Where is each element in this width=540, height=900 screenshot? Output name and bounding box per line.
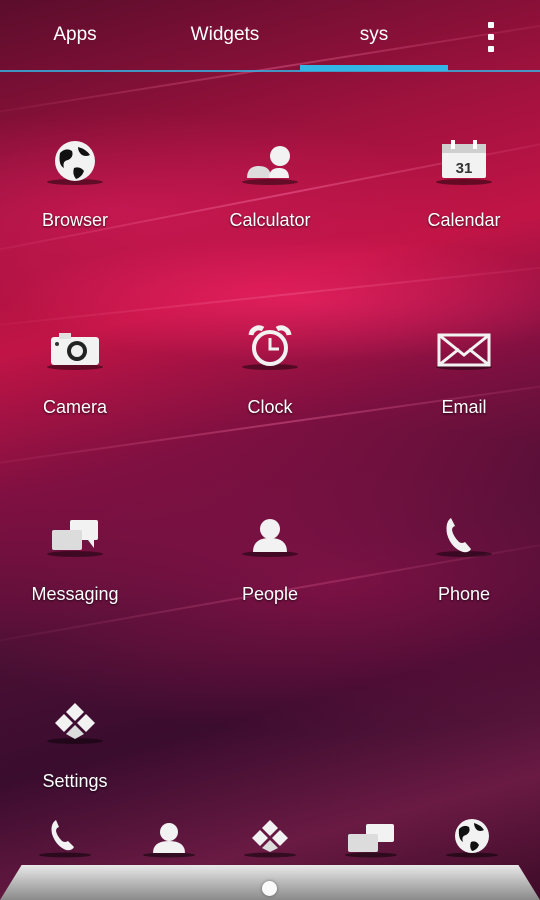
tab-sys[interactable]: sys [300,24,448,54]
dock-messaging[interactable] [336,814,406,864]
tab-divider [0,70,540,72]
alarm-clock-icon [235,325,305,385]
envelope-icon [429,325,499,385]
app-drawer-home-button[interactable] [262,881,277,896]
chat-bubbles-icon [40,512,110,572]
svg-text:31: 31 [456,160,473,177]
phone-handset-icon [39,820,91,858]
tab-widgets[interactable]: Widgets [170,24,280,54]
tab-apps[interactable]: Apps [20,24,130,54]
camera-icon [40,325,110,385]
diamond-tiles-icon [40,699,110,759]
app-calculator[interactable]: Calculator [180,138,360,248]
app-label: Camera [42,397,108,417]
app-label: Messaging [31,584,119,604]
globe-icon [446,819,498,858]
app-messaging[interactable]: Messaging [0,512,165,622]
calendar-icon: 31 [429,138,499,198]
person-icon [235,512,305,572]
app-label: Clock [247,397,293,417]
person-icon [143,823,195,858]
more-vert-icon[interactable] [478,20,504,56]
dock-browser[interactable] [437,814,507,864]
app-browser[interactable]: Browser [0,138,165,248]
app-label: Phone [437,584,491,604]
tab-bar: Apps Widgets sys [0,0,540,74]
dock-phone[interactable] [30,814,100,864]
phone-handset-icon [429,512,499,572]
app-phone[interactable]: Phone [374,512,540,622]
app-email[interactable]: Email [374,325,540,435]
app-calendar[interactable]: 31 Calendar [374,138,540,248]
tab-selected-indicator [300,65,448,71]
diamond-tiles-icon [244,820,296,858]
app-label: Calendar [427,210,501,230]
app-settings[interactable]: Settings [0,699,165,809]
app-label: Email [441,397,487,417]
app-clock[interactable]: Clock [180,325,360,435]
app-label: Calculator [229,210,311,230]
dock-settings[interactable] [235,814,305,864]
app-label: Browser [41,210,108,230]
calculator-icon [235,138,305,198]
globe-icon [40,138,110,198]
app-label: Settings [42,771,108,791]
dock-people[interactable] [134,814,204,864]
app-people[interactable]: People [180,512,360,622]
app-camera[interactable]: Camera [0,325,165,435]
app-label: People [241,584,299,604]
chat-bubbles-icon [345,824,397,858]
